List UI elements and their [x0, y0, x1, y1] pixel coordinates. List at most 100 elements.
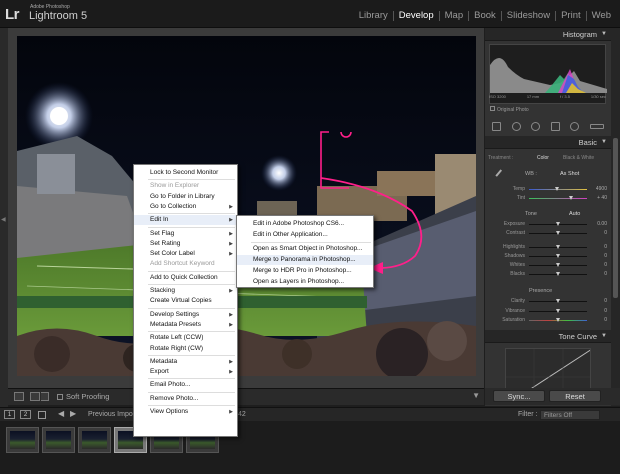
exposure-slider[interactable]: Exposure 0.00: [489, 221, 607, 228]
filmstrip-thumb[interactable]: [42, 427, 75, 453]
sync-button[interactable]: Sync...: [493, 390, 545, 402]
module-map[interactable]: Map: [438, 11, 468, 21]
exposure-knob[interactable]: [556, 222, 560, 226]
grid-view-icon[interactable]: [38, 411, 46, 419]
expand-left-icon[interactable]: ◀: [1, 216, 6, 223]
collapse-basic-icon[interactable]: ▼: [601, 139, 607, 145]
menu-item-merge-to-panorama-in-photoshop[interactable]: Merge to Panorama in Photoshop...: [237, 255, 373, 265]
temp-value[interactable]: 4900: [589, 186, 607, 192]
menu-item-set-flag[interactable]: Set Flag ▶: [134, 229, 237, 239]
whites-slider[interactable]: Whites 0: [489, 262, 607, 269]
tone-curve-header[interactable]: Tone Curve ▼: [485, 330, 611, 343]
menu-item-create-virtual-copies[interactable]: Create Virtual Copies: [134, 296, 237, 306]
menu-item-metadata[interactable]: Metadata ▶: [134, 357, 237, 367]
basic-header[interactable]: Basic ▼: [485, 136, 611, 149]
tint-knob[interactable]: [569, 196, 573, 200]
highlights-value[interactable]: 0: [589, 244, 607, 250]
left-panel-collapsed[interactable]: ◀: [0, 28, 8, 408]
source-label[interactable]: Previous Import: [88, 411, 137, 418]
menu-item-edit-in-other-application[interactable]: Edit in Other Application...: [237, 230, 373, 240]
menu-item-open-as-layers-in-photoshop[interactable]: Open as Layers in Photoshop...: [237, 277, 373, 287]
graduated-filter-icon[interactable]: [550, 121, 560, 131]
treatment-bw[interactable]: Black & White: [563, 155, 594, 161]
before-after-button[interactable]: [30, 392, 40, 401]
clarity-slider[interactable]: Clarity 0: [489, 298, 607, 305]
shadows-slider[interactable]: Shadows 0: [489, 253, 607, 260]
blacks-knob[interactable]: [556, 272, 560, 276]
menu-item-remove-photo[interactable]: Remove Photo...: [134, 394, 237, 404]
whites-value[interactable]: 0: [589, 262, 607, 268]
original-photo-checkbox[interactable]: [490, 106, 495, 111]
saturation-slider[interactable]: Saturation 0: [489, 317, 607, 324]
menu-item-set-color-label[interactable]: Set Color Label ▶: [134, 249, 237, 259]
red-eye-icon[interactable]: [531, 121, 541, 131]
right-panel-scrollbar[interactable]: [611, 28, 620, 406]
module-web[interactable]: Web: [585, 11, 616, 21]
spot-removal-icon[interactable]: [511, 121, 521, 131]
menu-item-stacking[interactable]: Stacking ▶: [134, 286, 237, 296]
contrast-value[interactable]: 0: [589, 230, 607, 236]
highlights-track[interactable]: [529, 245, 587, 249]
soft-proofing-checkbox[interactable]: [57, 394, 63, 400]
temp-slider[interactable]: Temp 4900: [489, 186, 607, 193]
blacks-slider[interactable]: Blacks 0: [489, 271, 607, 278]
wb-value[interactable]: As Shot: [560, 171, 579, 177]
exposure-value[interactable]: 0.00: [589, 221, 607, 227]
tone-auto-button[interactable]: Auto: [569, 211, 580, 217]
module-slideshow[interactable]: Slideshow: [500, 11, 555, 21]
menu-item-edit-in[interactable]: Edit In ▶: [134, 215, 237, 226]
second-window-button[interactable]: 2: [20, 410, 31, 419]
whites-knob[interactable]: [556, 263, 560, 267]
crop-tool-icon[interactable]: [492, 121, 502, 131]
temp-track[interactable]: [529, 187, 587, 191]
saturation-track[interactable]: [529, 318, 587, 322]
tint-slider[interactable]: Tint + 40: [489, 195, 607, 202]
filter-select[interactable]: Filters Off: [540, 410, 600, 420]
main-window-button[interactable]: 1: [4, 410, 15, 419]
menu-item-develop-settings[interactable]: Develop Settings ▶: [134, 310, 237, 320]
saturation-knob[interactable]: [556, 318, 560, 322]
clarity-track[interactable]: [529, 299, 587, 303]
module-book[interactable]: Book: [468, 11, 501, 21]
original-photo-toggle[interactable]: Original Photo: [490, 106, 529, 113]
module-print[interactable]: Print: [555, 11, 586, 21]
forward-arrow-icon[interactable]: ▶: [70, 409, 76, 418]
menu-item-view-options[interactable]: View Options ▶: [134, 407, 237, 417]
radial-filter-icon[interactable]: [570, 121, 580, 131]
shadows-knob[interactable]: [556, 254, 560, 258]
scroll-thumb[interactable]: [613, 138, 618, 298]
blacks-value[interactable]: 0: [589, 271, 607, 277]
menu-item-go-to-collection[interactable]: Go to Collection ▶: [134, 202, 237, 212]
menu-item-rotate-right-cw[interactable]: Rotate Right (CW): [134, 344, 237, 354]
module-develop[interactable]: Develop: [392, 11, 439, 21]
contrast-track[interactable]: [529, 231, 587, 235]
contrast-slider[interactable]: Contrast 0: [489, 230, 607, 237]
before-after-dropdown[interactable]: [41, 392, 49, 401]
highlights-knob[interactable]: [556, 245, 560, 249]
filmstrip-thumb[interactable]: [78, 427, 111, 453]
treatment-color[interactable]: Color: [537, 155, 549, 161]
clarity-knob[interactable]: [556, 299, 560, 303]
toolbar-chevron-down-icon[interactable]: ▼: [472, 391, 480, 400]
tint-track[interactable]: [529, 196, 587, 200]
histogram-header[interactable]: Histogram ▼: [485, 28, 611, 41]
back-arrow-icon[interactable]: ◀: [58, 409, 64, 418]
vibrance-value[interactable]: 0: [589, 308, 607, 314]
collapse-tone-curve-icon[interactable]: ▼: [601, 333, 607, 339]
highlights-slider[interactable]: Highlights 0: [489, 244, 607, 251]
saturation-value[interactable]: 0: [589, 317, 607, 323]
menu-item-email-photo[interactable]: Email Photo...: [134, 380, 237, 390]
eyedropper-icon[interactable]: [495, 169, 507, 181]
menu-item-open-as-smart-object-in-photoshop[interactable]: Open as Smart Object in Photoshop...: [237, 244, 373, 254]
reset-button[interactable]: Reset: [549, 390, 601, 402]
blacks-track[interactable]: [529, 272, 587, 276]
loupe-view-button[interactable]: [14, 392, 24, 401]
menu-item-add-to-quick-collection[interactable]: Add to Quick Collection: [134, 273, 237, 283]
vibrance-slider[interactable]: Vibrance 0: [489, 308, 607, 315]
adjustment-brush-icon[interactable]: [589, 123, 604, 129]
contrast-knob[interactable]: [556, 231, 560, 235]
vibrance-knob[interactable]: [556, 309, 560, 313]
menu-item-metadata-presets[interactable]: Metadata Presets ▶: [134, 320, 237, 330]
menu-item-set-rating[interactable]: Set Rating ▶: [134, 239, 237, 249]
shadows-value[interactable]: 0: [589, 253, 607, 259]
